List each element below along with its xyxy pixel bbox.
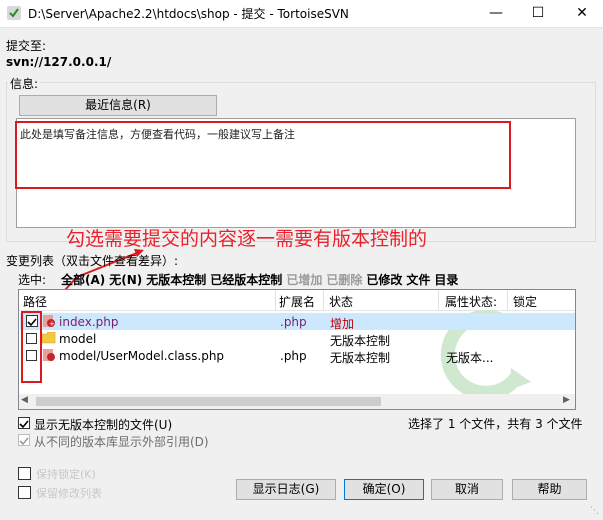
svg-text:+: + — [49, 320, 55, 328]
row-ext: .php — [280, 349, 307, 363]
file-list[interactable]: 路径 扩展名 状态 属性状态: 锁定 + index.php .php 增加 m… — [18, 289, 576, 410]
filter-none[interactable]: 无(N) — [109, 273, 142, 287]
php-file-icon — [42, 348, 56, 365]
column-path[interactable]: 路径 — [23, 293, 47, 310]
filter-versioned[interactable]: 已经版本控制 — [210, 273, 282, 287]
filter-bar: 全部(A) 无(N) 无版本控制 已经版本控制 已增加 已删除 已修改 文件 目录 — [61, 271, 462, 288]
row-path: index.php — [59, 315, 119, 329]
folder-icon — [41, 331, 56, 347]
keep-changelists-checkbox[interactable] — [18, 486, 31, 499]
show-unversioned-label: 显示无版本控制的文件(U) — [34, 418, 173, 432]
ok-button[interactable]: 确定(O) — [344, 479, 424, 500]
filter-unversioned[interactable]: 无版本控制 — [146, 273, 206, 287]
table-row[interactable]: model/UserModel.class.php .php 无版本控制 无版本… — [20, 347, 575, 365]
scroll-thumb[interactable] — [36, 397, 381, 406]
row-ext: .php — [280, 315, 307, 329]
column-prop-status[interactable]: 属性状态: — [445, 293, 497, 310]
table-row[interactable]: + index.php .php 增加 — [20, 313, 575, 331]
filter-dirs[interactable]: 目录 — [434, 273, 458, 287]
row-path: model — [59, 332, 97, 346]
changes-group-label: 变更列表（双击文件查看差异）: — [6, 254, 179, 268]
show-externals-label: 从不同的版本库显示外部引用(D) — [34, 435, 209, 449]
keep-changelists-label: 保留修改列表 — [36, 487, 102, 500]
select-label: 选中: — [18, 273, 47, 287]
help-button[interactable]: 帮助 — [512, 479, 587, 500]
selection-status: 选择了 1 个文件，共有 3 个文件 — [408, 417, 583, 431]
list-header: 路径 扩展名 状态 属性状态: 锁定 — [19, 290, 575, 311]
scroll-right-icon[interactable]: ▶ — [563, 395, 570, 405]
column-status[interactable]: 状态 — [329, 293, 353, 310]
keep-locks-label: 保持锁定(K) — [36, 468, 96, 481]
row-status: 无版本控制 — [330, 351, 391, 365]
filter-files[interactable]: 文件 — [406, 273, 430, 287]
checkbox-highlight-box — [21, 311, 42, 383]
horizontal-scrollbar[interactable]: ◀ ▶ — [19, 394, 575, 409]
filter-added: 已增加 — [286, 273, 323, 287]
scroll-left-icon[interactable]: ◀ — [21, 395, 28, 405]
column-lock[interactable]: 锁定 — [513, 293, 537, 310]
filter-all[interactable]: 全部(A) — [61, 273, 105, 287]
table-row[interactable]: model 无版本控制 — [20, 330, 575, 348]
show-log-button[interactable]: 显示日志(G) — [236, 479, 336, 500]
cancel-button[interactable]: 取消 — [431, 479, 503, 500]
php-file-added-icon: + — [42, 314, 56, 331]
resize-grip-icon[interactable]: ⋱ — [590, 506, 599, 516]
row-prop-status: 无版本... — [446, 351, 494, 365]
show-externals-checkbox — [18, 434, 30, 446]
show-unversioned-checkbox[interactable] — [18, 417, 30, 429]
row-path: model/UserModel.class.php — [59, 349, 225, 363]
filter-deleted: 已删除 — [326, 273, 363, 287]
filter-modified[interactable]: 已修改 — [366, 273, 402, 287]
column-ext[interactable]: 扩展名 — [279, 293, 315, 310]
keep-locks-checkbox[interactable] — [18, 467, 31, 480]
